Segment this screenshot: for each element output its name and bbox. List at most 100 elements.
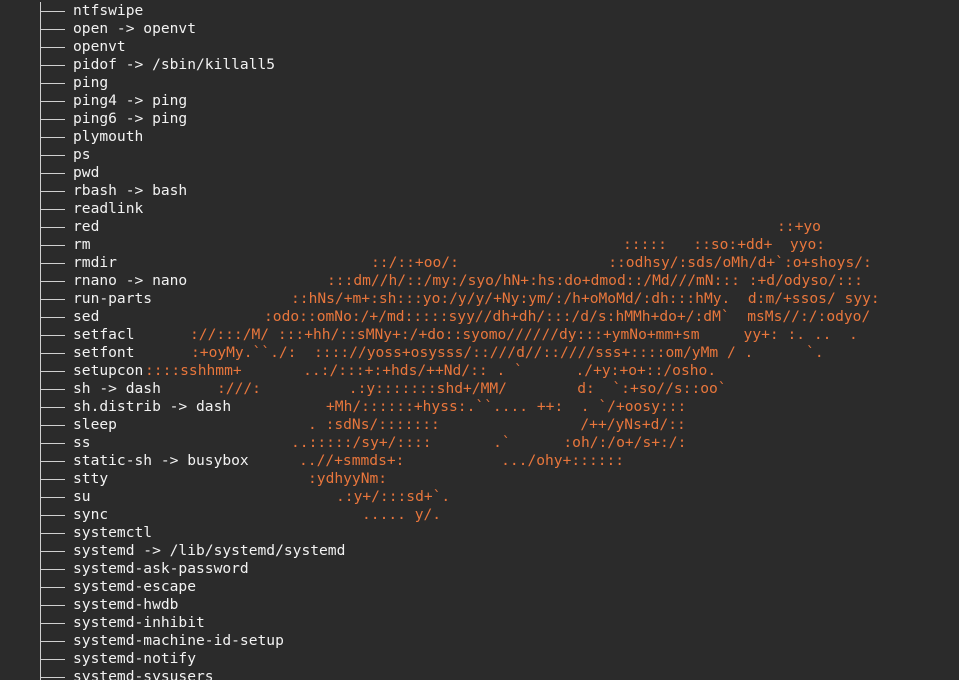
file-name: plymouth <box>73 128 144 145</box>
tree-row: readlink <box>0 200 959 218</box>
file-name: open -> openvt <box>73 20 197 37</box>
tree-branch-vertical <box>40 668 41 680</box>
tree-row: systemd -> /lib/systemd/systemd <box>0 542 959 560</box>
tree-branch-horizontal <box>41 659 65 660</box>
tree-row: sed :odo::omNo:/+/md:::::syy//dh+dh/:::/d… <box>0 308 959 326</box>
file-name: ping6 -> ping <box>73 110 188 127</box>
tree-branch-horizontal <box>41 101 65 102</box>
file-name: systemd-hwdb <box>73 596 179 613</box>
file-name: systemctl <box>73 524 153 541</box>
ascii-art-line: ::/::+oo/: ::odhsy/:sds/oMh/d+`:o+shoys/… <box>371 254 872 271</box>
ascii-art-line: :::dm//h/::/my:/syo/hN+:hs:do+dmod::/Md/… <box>327 272 863 289</box>
tree-row: ping <box>0 74 959 92</box>
tree-branch-horizontal <box>41 551 65 552</box>
tree-branch-horizontal <box>41 65 65 66</box>
tree-row: rbash -> bash <box>0 182 959 200</box>
ascii-art-line: ::::sshhmm+ ..:/:::+:+hds/++Nd/:: . ` ./… <box>145 362 717 379</box>
tree-branch-horizontal <box>41 173 65 174</box>
tree-branch-horizontal <box>41 119 65 120</box>
tree-row: systemd-hwdb <box>0 596 959 614</box>
tree-row: ps <box>0 146 959 164</box>
tree-branch-horizontal <box>41 209 65 210</box>
tree-branch-horizontal <box>41 587 65 588</box>
file-name: rm <box>73 236 91 253</box>
file-name: red <box>73 218 100 235</box>
file-name: sh -> dash <box>73 380 161 397</box>
tree-branch-horizontal <box>41 569 65 570</box>
file-name: rmdir <box>73 254 117 271</box>
tree-branch-horizontal <box>41 245 65 246</box>
ascii-art-line: ::hNs/+m+:sh:::yo:/y/y/+Ny:ym/:/h+oMoMd/… <box>291 290 880 307</box>
tree-branch-horizontal <box>41 623 65 624</box>
file-name: setfont <box>73 344 135 361</box>
tree-branch-horizontal <box>41 299 65 300</box>
tree-row: systemd-machine-id-setup <box>0 632 959 650</box>
file-name: ntfswipe <box>73 2 144 19</box>
tree-row: rnano -> nano:::dm//h/::/my:/syo/hN+:hs:… <box>0 272 959 290</box>
tree-row: static-sh -> busybox ..//+smmds+: .../ohy… <box>0 452 959 470</box>
file-name: ping <box>73 74 109 91</box>
file-name: sleep <box>73 416 117 433</box>
ascii-art-line: :ydhyyNm: <box>308 470 388 487</box>
tree-branch-horizontal <box>41 677 65 678</box>
file-name: sh.distrib -> dash <box>73 398 232 415</box>
tree-branch-horizontal <box>41 605 65 606</box>
ascii-art-line: ..:::::/sy+/:::: .` :oh/:/o+/s+:/: <box>291 434 687 451</box>
file-name: run-parts <box>73 290 153 307</box>
ascii-art-line: :+oyMy.``./: :::://yoss+osysss/::///d//:… <box>191 344 824 361</box>
ascii-art-line: . :sdNs/::::::: /++/yNs+d/:: <box>308 416 686 433</box>
tree-row: ntfswipe <box>0 2 959 20</box>
file-name: static-sh -> busybox <box>73 452 249 469</box>
tree-branch-horizontal <box>41 353 65 354</box>
file-name: systemd-sysusers <box>73 668 214 680</box>
tree-row: setfont :+oyMy.``./: :::://yoss+osysss/::… <box>0 344 959 362</box>
tree-row: systemd-sysusers <box>0 668 959 680</box>
tree-branch-horizontal <box>41 461 65 462</box>
file-name: systemd-notify <box>73 650 197 667</box>
terminal-window[interactable]: ntfswipe open -> openvt openvt pidof -> /sb… <box>0 0 959 680</box>
tree-branch-horizontal <box>41 443 65 444</box>
ascii-art-line: :odo::omNo:/+/md:::::syy//dh+dh/:::/d/s:… <box>264 308 871 325</box>
tree-branch-horizontal <box>41 335 65 336</box>
file-name: pwd <box>73 164 100 181</box>
tree-row: su .:y+/:::sd+`. <box>0 488 959 506</box>
file-name: sed <box>73 308 100 325</box>
tree-branch-horizontal <box>41 137 65 138</box>
tree-row: pwd <box>0 164 959 182</box>
tree-row: open -> openvt <box>0 20 959 38</box>
file-name: systemd-escape <box>73 578 197 595</box>
tree-branch-horizontal <box>41 479 65 480</box>
file-name: systemd-inhibit <box>73 614 205 631</box>
file-name: ps <box>73 146 91 163</box>
ascii-art-line: ::+yo <box>777 218 821 235</box>
tree-row: sleep . :sdNs/::::::: /++/yNs+d/:: <box>0 416 959 434</box>
tree-row: ping6 -> ping <box>0 110 959 128</box>
tree-row: ping4 -> ping <box>0 92 959 110</box>
tree-row: systemd-ask-password <box>0 560 959 578</box>
file-name: stty <box>73 470 109 487</box>
ascii-art-line: ://:::/M/ :::+hh/::sMNy+:/+do::syomo////… <box>190 326 858 343</box>
file-name: rbash -> bash <box>73 182 188 199</box>
file-name: systemd-machine-id-setup <box>73 632 284 649</box>
file-name: su <box>73 488 91 505</box>
tree-row: systemd-escape <box>0 578 959 596</box>
tree-row: run-parts::hNs/+m+:sh:::yo:/y/y/+Ny:ym/:… <box>0 290 959 308</box>
tree-row: systemctl <box>0 524 959 542</box>
tree-row: sh -> dash:///: .:y:::::::shd+/MM/ d: `:… <box>0 380 959 398</box>
file-name: systemd -> /lib/systemd/systemd <box>73 542 346 559</box>
tree-branch-horizontal <box>41 407 65 408</box>
tree-branch-horizontal <box>41 515 65 516</box>
tree-row: rmdir::/::+oo/: ::odhsy/:sds/oMh/d+`:o+s… <box>0 254 959 272</box>
tree-row: sync ..... y/. <box>0 506 959 524</box>
ascii-art-line: ::::: ::so:+dd+ yyo: <box>623 236 826 253</box>
tree-row: red::+yo <box>0 218 959 236</box>
tree-branch-horizontal <box>41 641 65 642</box>
tree-row: rm::::: ::so:+dd+ yyo: <box>0 236 959 254</box>
file-name: ping4 -> ping <box>73 92 188 109</box>
tree-row: openvt <box>0 38 959 56</box>
file-name: openvt <box>73 38 126 55</box>
tree-row: ss ..:::::/sy+/:::: .` :oh/:/o+/s+:/: <box>0 434 959 452</box>
tree-row: plymouth <box>0 128 959 146</box>
file-name: ss <box>73 434 91 451</box>
tree-branch-horizontal <box>41 425 65 426</box>
